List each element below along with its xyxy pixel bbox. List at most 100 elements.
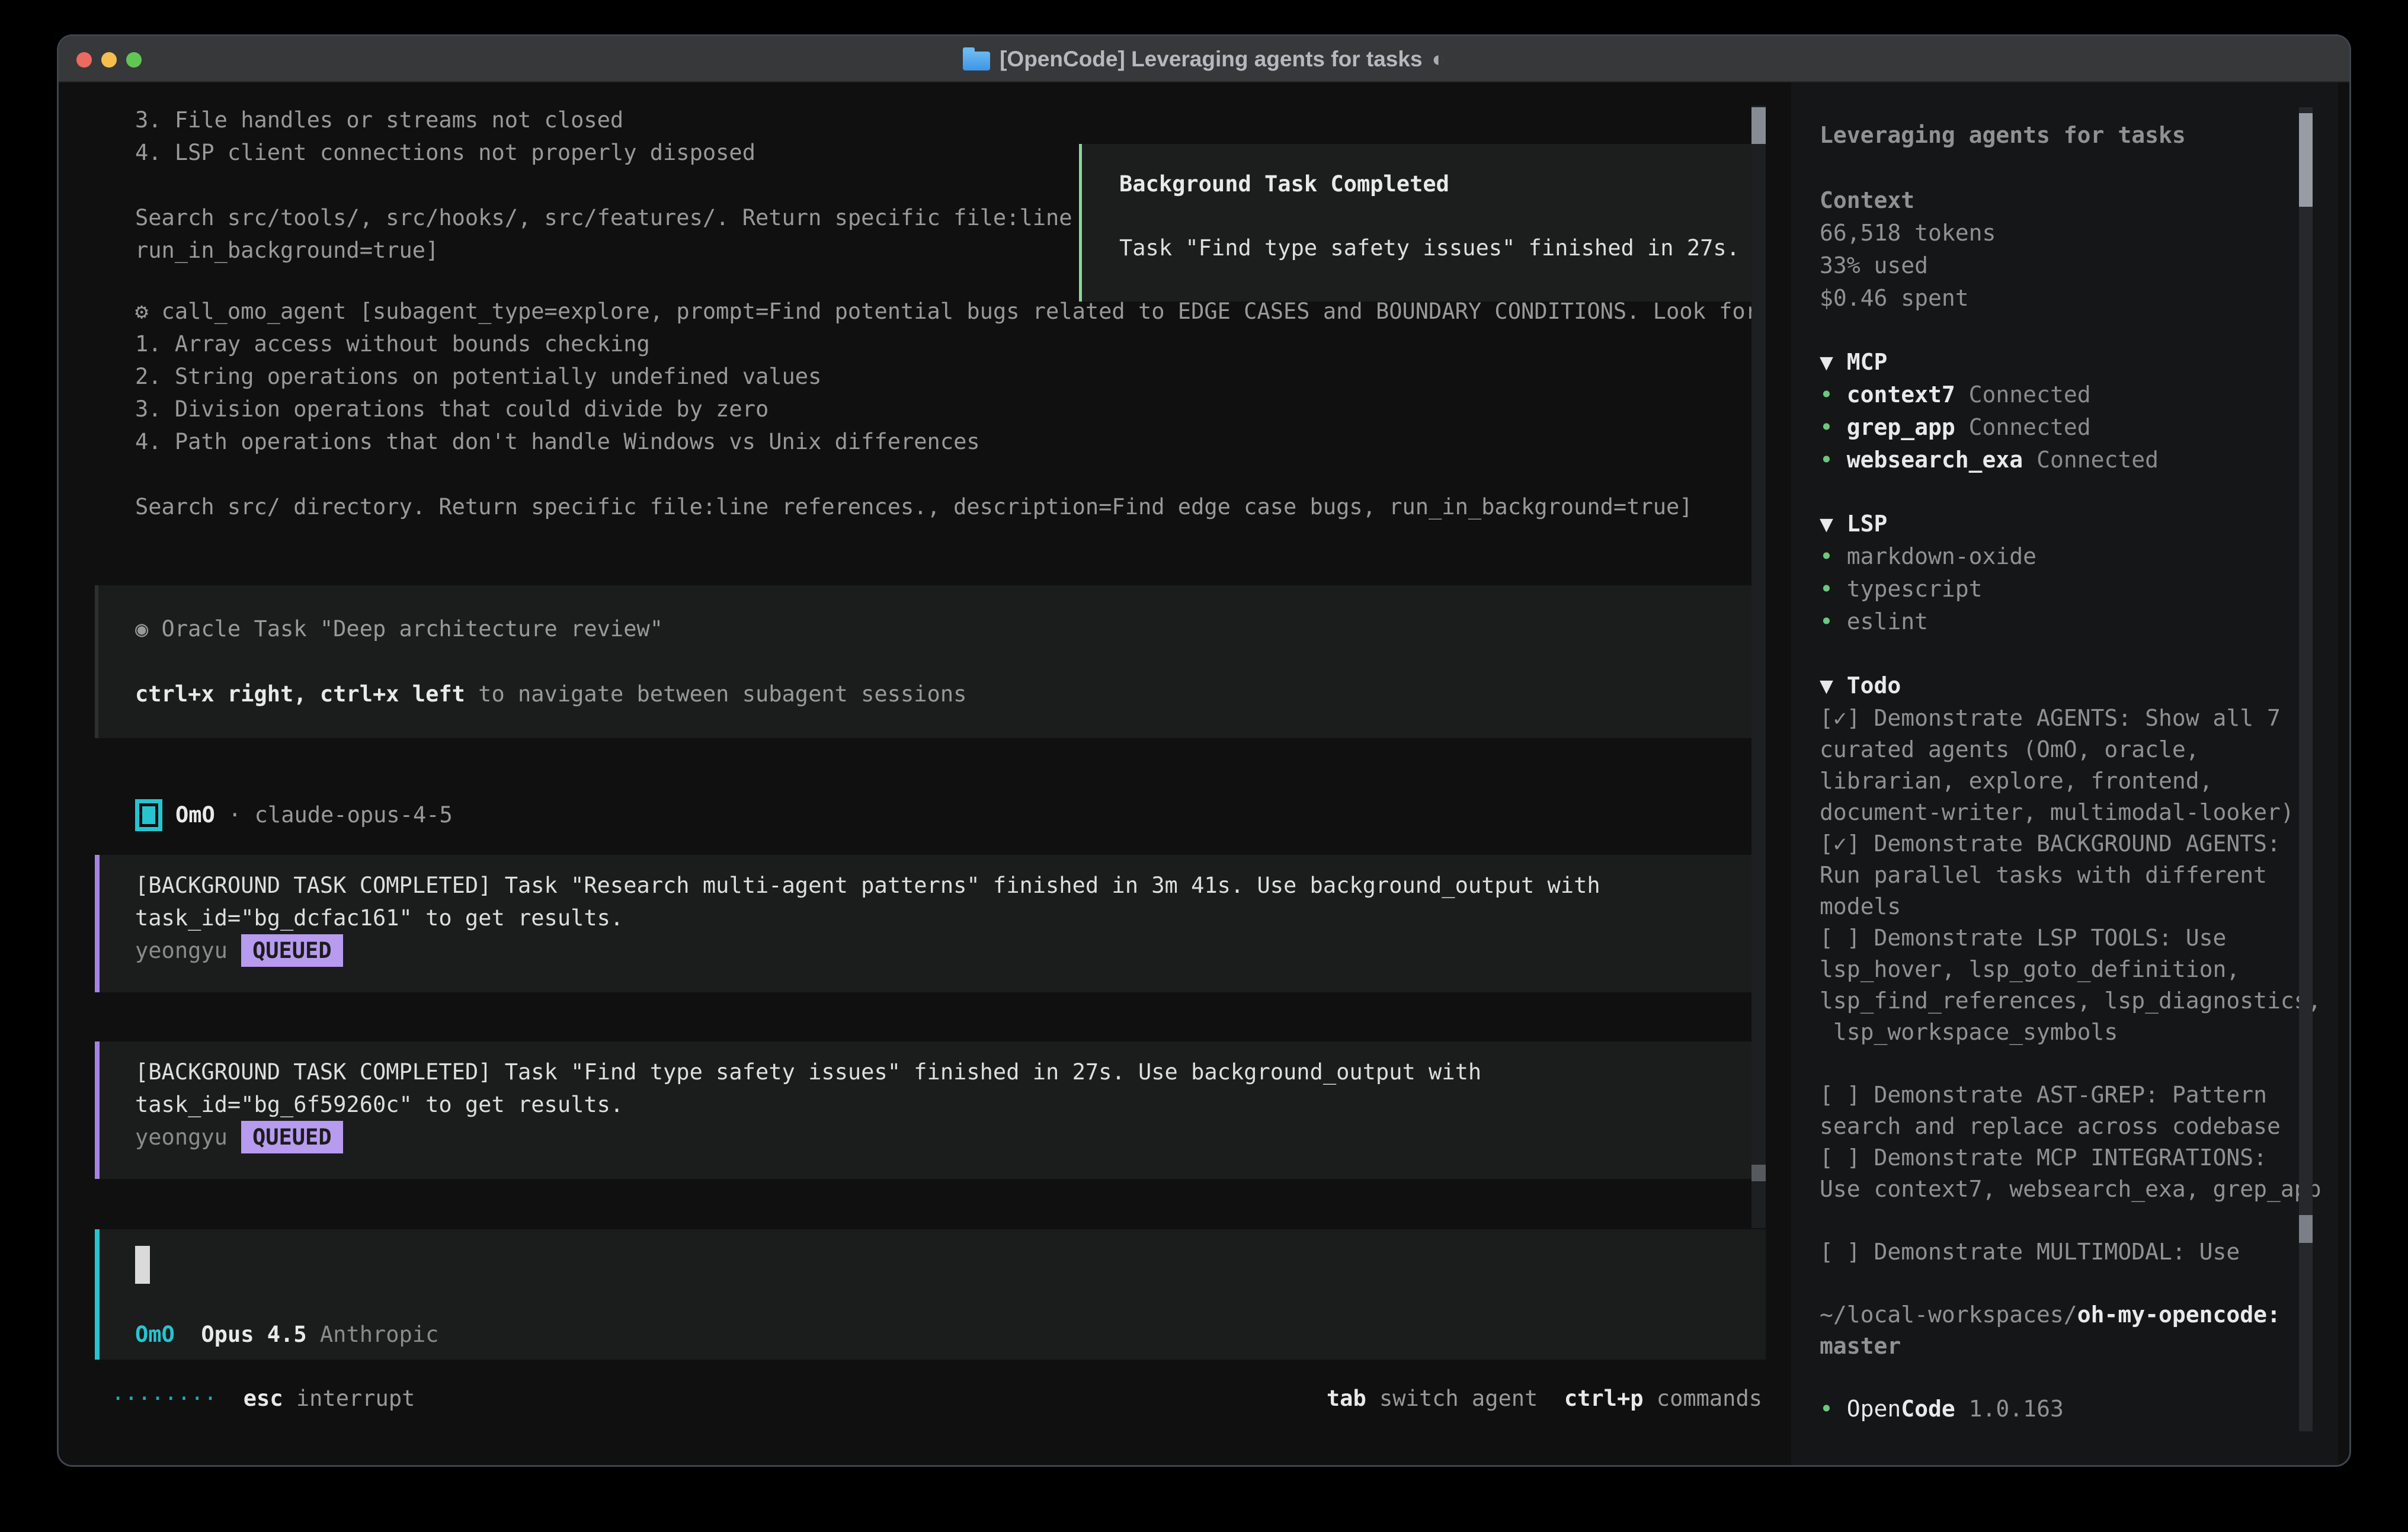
context-tokens: 66,518 tokens (1820, 217, 1996, 249)
agent-square-icon (135, 799, 162, 831)
message-box[interactable]: [BACKGROUND TASK COMPLETED] Task "Resear… (95, 855, 1766, 992)
subagent-nav-hint: ctrl+x right, ctrl+x left to navigate be… (135, 678, 966, 710)
status-dot-icon: • (1820, 1396, 1847, 1422)
statusbar-right: tab switch agent ctrl+p commands (1327, 1382, 1762, 1415)
window-title: [OpenCode] Leveraging agents for tasks ◐ (59, 36, 2349, 82)
context-spent: $0.46 spent (1820, 283, 1969, 314)
message-line: task_id="bg_dcfac161" to get results. (135, 902, 623, 934)
lsp-item: • typescript (1820, 573, 1983, 605)
message-meta: yeongyu QUEUED (135, 934, 343, 967)
todo-line-active: lsp_hover, lsp_goto_definition, (1820, 954, 2240, 985)
todo-line-active: lsp_workspace_symbols (1820, 1017, 2118, 1048)
sidebar: Leveraging agents for tasks Context 66,5… (1791, 82, 2338, 1465)
todo-line: search and replace across codebase (1820, 1111, 2281, 1142)
oracle-task-box: ◉ Oracle Task "Deep architecture review"… (95, 585, 1766, 738)
mcp-item: • websearch_exa Connected (1820, 444, 2159, 476)
agent-name-and-model: OmO · claude-opus-4-5 (175, 799, 453, 831)
todo-line: [ ] Demonstrate MULTIMODAL: Use (1820, 1236, 2240, 1268)
oracle-task-title: ◉ Oracle Task "Deep architecture review" (135, 613, 663, 645)
folder-icon (963, 52, 990, 70)
todo-line: Use context7, websearch_exa, grep_app (1820, 1174, 2321, 1205)
todo-line: models (1820, 891, 1901, 922)
gear-icon: ⚙ (135, 299, 148, 324)
text-cursor (135, 1246, 150, 1284)
todo-line-active: lsp_find_references, lsp_diagnostics, (1820, 985, 2321, 1017)
main-scrollbar-end[interactable] (1751, 1165, 1766, 1181)
status-dot-icon: • (1820, 576, 1847, 602)
sidebar-scrollbar-mark[interactable] (2299, 1215, 2313, 1243)
status-dot-icon: • (1820, 382, 1847, 408)
input-model: Opus 4.5 (201, 1322, 306, 1347)
status-dot-icon: • (1820, 608, 1847, 634)
workspace-path: ~/local-workspaces/oh-my-opencode: (1820, 1299, 2281, 1331)
message-box[interactable]: [BACKGROUND TASK COMPLETED] Task "Find t… (95, 1041, 1766, 1179)
author-label: yeongyu (135, 1124, 228, 1150)
sidebar-scrollbar-thumb[interactable] (2299, 113, 2313, 207)
main-scrollbar-thumb[interactable] (1751, 107, 1766, 144)
todo-section-header[interactable]: ▼ Todo (1820, 670, 1901, 701)
todo-line: [✓] Demonstrate BACKGROUND AGENTS: (1820, 828, 2281, 860)
mcp-item: • grep_app Connected (1820, 412, 2091, 443)
message-line: [BACKGROUND TASK COMPLETED] Task "Resear… (135, 869, 1600, 902)
sidebar-session-title: Leveraging agents for tasks (1820, 120, 2186, 151)
tab-key-hint: tab (1327, 1386, 1366, 1411)
todo-line: [✓] Demonstrate AGENTS: Show all 7 (1820, 703, 2281, 734)
mcp-item: • context7 Connected (1820, 379, 2091, 411)
queued-badge: QUEUED (241, 1121, 343, 1153)
todo-line: [ ] Demonstrate MCP INTEGRATIONS: (1820, 1142, 2267, 1174)
message-line: task_id="bg_6f59260c" to get results. (135, 1088, 623, 1121)
collapse-triangle-icon: ▼ (1820, 672, 1847, 698)
toast-title: Background Task Completed (1119, 168, 1449, 200)
commands-key-hint: ctrl+p (1564, 1386, 1644, 1411)
collapse-triangle-icon: ▼ (1820, 511, 1847, 537)
log-line: 4. Path operations that don't handle Win… (135, 425, 980, 458)
message-meta: yeongyu QUEUED (135, 1121, 343, 1153)
log-line: 3. Division operations that could divide… (135, 393, 768, 425)
titlebar: [OpenCode] Leveraging agents for tasks ◐ (59, 36, 2349, 82)
workspace-branch: master (1820, 1331, 1901, 1362)
agent-header: OmO · claude-opus-4-5 (135, 799, 453, 831)
log-line: 3. File handles or streams not closed (135, 104, 623, 136)
todo-line: Run parallel tasks with different (1820, 860, 2267, 891)
author-label: yeongyu (135, 938, 228, 963)
main-scrollbar-track[interactable] (1751, 105, 1766, 1228)
context-used: 33% used (1820, 250, 1928, 281)
statusbar-left: ········ esc interrupt (111, 1382, 415, 1415)
log-line: run_in_background=true] (135, 234, 438, 267)
terminal-window: [OpenCode] Leveraging agents for tasks ◐… (57, 34, 2351, 1467)
context-heading: Context (1820, 185, 1914, 216)
message-line: [BACKGROUND TASK COMPLETED] Task "Find t… (135, 1056, 1481, 1088)
queued-badge: QUEUED (241, 934, 343, 967)
tool-call-text: call_omo_agent [subagent_type=explore, p… (148, 299, 1759, 324)
window-title-text: [OpenCode] Leveraging agents for tasks (1000, 47, 1422, 72)
opencode-version: • OpenCode 1.0.163 (1820, 1393, 2064, 1425)
status-dot-icon: • (1820, 543, 1847, 569)
toast-notification[interactable]: Background Task Completed Task "Find typ… (1079, 144, 1766, 302)
log-line: Search src/tools/, src/hooks/, src/featu… (135, 201, 1072, 234)
esc-key-hint: esc (244, 1386, 283, 1411)
toast-body: Task "Find type safety issues" finished … (1119, 232, 1740, 264)
todo-line: curated agents (OmO, oracle, (1820, 734, 2199, 765)
activity-dots-icon: ········ (111, 1386, 217, 1411)
log-line: 2. String operations on potentially unde… (135, 360, 821, 393)
todo-line: [ ] Demonstrate AST-GREP: Pattern (1820, 1079, 2267, 1111)
todo-line: librarian, explore, frontend, (1820, 765, 2212, 797)
input-provider: Anthropic (320, 1322, 438, 1347)
status-dot-icon: • (1820, 447, 1847, 473)
log-line: 1. Array access without bounds checking (135, 328, 650, 360)
record-icon: ◉ (135, 616, 148, 642)
prompt-input[interactable]: OmO Opus 4.5 Anthropic (95, 1229, 1766, 1360)
collapse-triangle-icon: ▼ (1820, 349, 1847, 375)
status-dot-icon: • (1820, 414, 1847, 440)
input-agent-name: OmO (135, 1322, 175, 1347)
log-line: Search src/ directory. Return specific f… (135, 491, 1693, 523)
todo-line: document-writer, multimodal-looker) (1820, 797, 2294, 828)
lsp-item: • eslint (1820, 606, 1928, 637)
input-agent-info: OmO Opus 4.5 Anthropic (135, 1318, 438, 1351)
log-line: 4. LSP client connections not properly d… (135, 136, 755, 169)
lsp-section-header[interactable]: ▼ LSP (1820, 508, 1887, 540)
todo-line-active: [ ] Demonstrate LSP TOOLS: Use (1820, 922, 2226, 954)
mcp-section-header[interactable]: ▼ MCP (1820, 347, 1887, 378)
lsp-item: • markdown-oxide (1820, 541, 2036, 572)
session-state-icon: ◐ (1432, 47, 1445, 72)
